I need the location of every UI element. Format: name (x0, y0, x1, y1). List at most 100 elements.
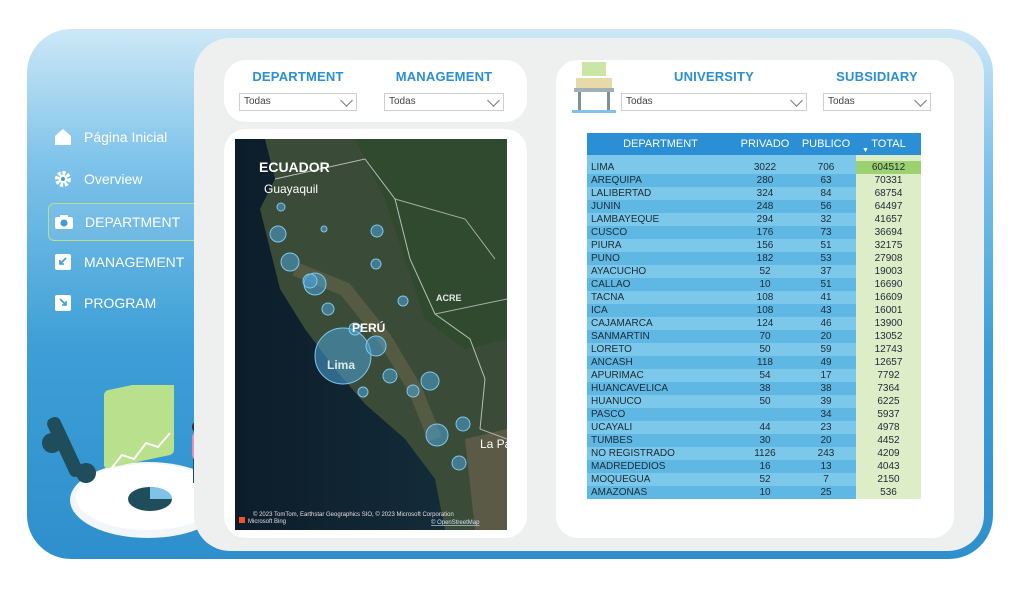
table-row[interactable]: CUSCO 176 73 36694 (587, 226, 921, 239)
map-label-acre: ACRE (436, 293, 462, 303)
cell-total: 4043 (856, 460, 921, 473)
cell-total: 16609 (856, 291, 921, 304)
cell-department: HUANCAVELICA (587, 382, 734, 395)
map-label-peru: PERÚ (352, 320, 385, 335)
nav-item-overview[interactable]: Overview (48, 161, 210, 197)
table-row[interactable]: MADREDEDIOS 16 13 4043 (587, 460, 921, 473)
cell-department: TUMBES (587, 434, 734, 447)
table-row[interactable]: AREQUIPA 280 63 70331 (587, 174, 921, 187)
nav-item-pagina-inicial[interactable]: Página Inicial (48, 119, 210, 155)
cell-privado: 10 (734, 486, 796, 499)
table-body: LIMA 3022 706 604512 AREQUIPA 280 63 70331 LALIB… (587, 155, 921, 499)
cell-total: 70331 (856, 174, 921, 187)
col-header-department[interactable]: DEPARTMENT (587, 133, 734, 155)
col-header-total[interactable]: TOTAL ▼ (856, 133, 921, 155)
cell-privado: 1126 (734, 447, 796, 460)
cell-privado: 38 (734, 382, 796, 395)
cell-total: 536 (856, 486, 921, 499)
cell-publico: 23 (796, 421, 856, 434)
table-row[interactable]: CAJAMARCA 124 46 13900 (587, 317, 921, 330)
cell-total: 27908 (856, 252, 921, 265)
cell-total: 16001 (856, 304, 921, 317)
table-row[interactable]: LIMA 3022 706 604512 (587, 161, 921, 174)
cell-total: 604512 (856, 161, 921, 174)
table-row[interactable]: PIURA 156 51 32175 (587, 239, 921, 252)
cell-privado: 54 (734, 369, 796, 382)
subsidiary-slicer[interactable]: Todas (823, 93, 931, 111)
table-row[interactable]: TUMBES 30 20 4452 (587, 434, 921, 447)
table-row[interactable]: AYACUCHO 52 37 19003 (587, 265, 921, 278)
cell-department: NO REGISTRADO (587, 447, 734, 460)
nav-label: Overview (84, 171, 143, 187)
openstreetmap-link: © OpenStreetMap (431, 519, 480, 526)
cell-privado: 10 (734, 278, 796, 291)
cell-department: SANMARTIN (587, 330, 734, 343)
col-header-privado[interactable]: PRIVADO (734, 133, 796, 155)
cell-publico: 20 (796, 330, 856, 343)
cell-privado: 16 (734, 460, 796, 473)
cell-privado: 44 (734, 421, 796, 434)
university-slicer[interactable]: Todas (621, 93, 807, 111)
chevron-down-icon (914, 94, 927, 107)
table-row[interactable]: LALIBERTAD 324 84 68754 (587, 187, 921, 200)
cell-total: 13052 (856, 330, 921, 343)
map-label-ecuador: ECUADOR (259, 159, 330, 175)
table-row[interactable]: AMAZONAS 10 25 536 (587, 486, 921, 499)
table-row[interactable]: UCAYALI 44 23 4978 (587, 421, 921, 434)
cell-publico: 56 (796, 200, 856, 213)
table-row[interactable]: LAMBAYEQUE 294 32 41657 (587, 213, 921, 226)
table-row[interactable]: TACNA 108 41 16609 (587, 291, 921, 304)
cell-publico: 51 (796, 278, 856, 291)
home-icon (52, 126, 74, 148)
cell-privado: 30 (734, 434, 796, 447)
school-desk-icon (572, 62, 616, 113)
table-row[interactable]: ICA 108 43 16001 (587, 304, 921, 317)
table-row[interactable]: LORETO 50 59 12743 (587, 343, 921, 356)
cell-total: 4978 (856, 421, 921, 434)
cell-privado: 124 (734, 317, 796, 330)
cell-department: PUNO (587, 252, 734, 265)
cell-publico: 706 (796, 161, 856, 174)
table-row[interactable]: JUNIN 248 56 64497 (587, 200, 921, 213)
cell-publico: 20 (796, 434, 856, 447)
cell-department: CAJAMARCA (587, 317, 734, 330)
nav-label: Página Inicial (84, 129, 168, 145)
map-visual[interactable]: ECUADOR Guayaquil PERÚ ACRE Lima La Pa ©… (235, 139, 507, 530)
table-row[interactable]: CALLAO 10 51 16690 (587, 278, 921, 291)
table-row[interactable]: PASCO 34 5937 (587, 408, 921, 421)
nav-item-management[interactable]: MANAGEMENT (48, 244, 210, 280)
arrow-down-left-icon (52, 251, 74, 273)
cell-department: HUANUCO (587, 395, 734, 408)
table-row[interactable]: NO REGISTRADO 1126 243 4209 (587, 447, 921, 460)
nav-item-department[interactable]: DEPARTMENT (48, 203, 212, 241)
cell-privado: 156 (734, 239, 796, 252)
cell-total: 6225 (856, 395, 921, 408)
nav-label: DEPARTMENT (85, 214, 181, 230)
chevron-down-icon (340, 94, 353, 107)
chevron-down-icon (790, 94, 803, 107)
table-row[interactable]: ANCASH 118 49 12657 (587, 356, 921, 369)
chevron-down-icon (487, 94, 500, 107)
cell-total: 16690 (856, 278, 921, 291)
cell-department: MOQUEGUA (587, 473, 734, 486)
cell-publico: 17 (796, 369, 856, 382)
management-slicer[interactable]: Todas (384, 93, 504, 111)
camera-icon (53, 211, 75, 233)
table-row[interactable]: APURIMAC 54 17 7792 (587, 369, 921, 382)
department-slicer[interactable]: Todas (239, 93, 357, 111)
table-row[interactable]: PUNO 182 53 27908 (587, 252, 921, 265)
cell-department: JUNIN (587, 200, 734, 213)
cell-publico: 46 (796, 317, 856, 330)
nav-item-program[interactable]: PROGRAM (48, 285, 210, 321)
table-row[interactable]: MOQUEGUA 52 7 2150 (587, 473, 921, 486)
table-row[interactable]: SANMARTIN 70 20 13052 (587, 330, 921, 343)
cell-department: CALLAO (587, 278, 734, 291)
cell-department: PIURA (587, 239, 734, 252)
cell-privado: 50 (734, 343, 796, 356)
col-header-publico[interactable]: PUBLICO (796, 133, 856, 155)
cell-publico: 13 (796, 460, 856, 473)
cell-total: 36694 (856, 226, 921, 239)
table-row[interactable]: HUANCAVELICA 38 38 7364 (587, 382, 921, 395)
table-row[interactable]: HUANUCO 50 39 6225 (587, 395, 921, 408)
map-attribution: © 2023 TomTom, Earthstar Geographics SIO… (253, 511, 454, 518)
